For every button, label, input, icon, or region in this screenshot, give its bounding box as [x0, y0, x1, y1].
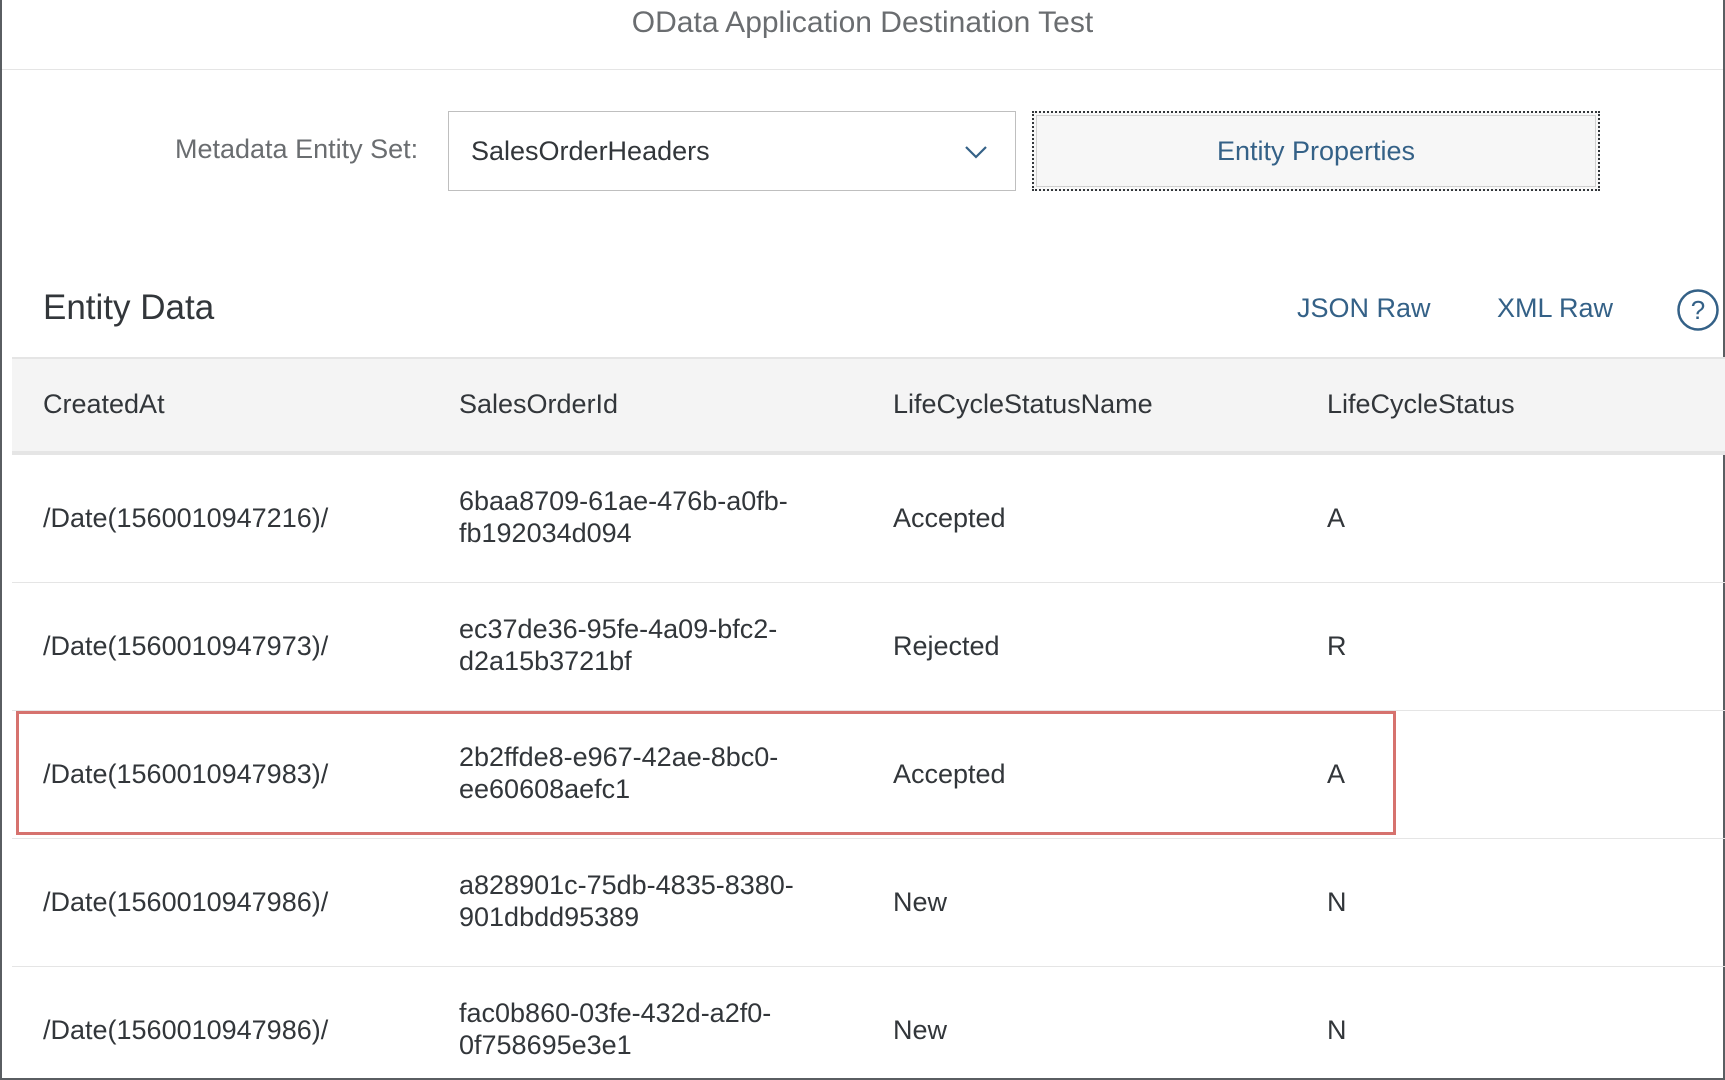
table-row[interactable]: /Date(1560010947986)/ fac0b860-03fe-432d… [12, 967, 1725, 1080]
svg-text:?: ? [1691, 295, 1705, 325]
status-cell: A [1327, 503, 1346, 533]
entity-data-table: CreatedAt SalesOrderId LifeCycleStatusNa… [12, 357, 1725, 1080]
status-name-cell: Rejected [893, 631, 1000, 661]
entity-set-select-value: SalesOrderHeaders [471, 135, 710, 166]
status-name-cell: Accepted [893, 503, 1006, 533]
page-title: OData Application Destination Test [631, 6, 1094, 39]
column-header-lifecyclestatus[interactable]: LifeCycleStatus [1327, 389, 1515, 420]
sales-order-id-cell: 2b2ffde8-e967-42ae-8bc0- ee60608aefc1 [459, 742, 779, 804]
app-frame: OData Application Destination Test Metad… [0, 0, 1725, 1080]
sales-order-id-cell: ec37de36-95fe-4a09-bfc2- d2a15b3721bf [459, 614, 778, 676]
status-name-cell: New [893, 887, 948, 917]
status-cell: N [1327, 1015, 1347, 1045]
status-cell: R [1327, 631, 1347, 661]
entity-properties-button[interactable]: Entity Properties [1032, 111, 1600, 191]
column-header-salesorderid[interactable]: SalesOrderId [459, 389, 618, 420]
table-row[interactable]: /Date(1560010947983)/ 2b2ffde8-e967-42ae… [12, 711, 1725, 839]
entity-set-select[interactable]: SalesOrderHeaders [448, 111, 1016, 191]
metadata-entity-set-label: Metadata Entity Set: [175, 134, 419, 164]
entity-properties-button-label: Entity Properties [1216, 135, 1416, 166]
table-header: CreatedAt SalesOrderId LifeCycleStatusNa… [12, 357, 1725, 455]
status-cell: A [1327, 759, 1346, 789]
table-row[interactable]: /Date(1560010947973)/ ec37de36-95fe-4a09… [12, 583, 1725, 711]
created-at-cell: /Date(1560010947216)/ [43, 503, 329, 533]
column-header-createdat[interactable]: CreatedAt [43, 389, 165, 420]
json-raw-link[interactable]: JSON Raw [1297, 293, 1431, 324]
sales-order-id-cell: fac0b860-03fe-432d-a2f0- 0f758695e3e1 [459, 998, 772, 1060]
column-header-lifecyclestatusname[interactable]: LifeCycleStatusName [893, 389, 1153, 420]
entity-data-title: Entity Data [43, 288, 215, 327]
title-bar: OData Application Destination Test [2, 0, 1723, 70]
help-circle-icon[interactable]: ? [1676, 288, 1720, 332]
created-at-cell: /Date(1560010947986)/ [43, 887, 329, 917]
status-name-cell: New [893, 1015, 948, 1045]
table-row[interactable]: /Date(1560010947216)/ 6baa8709-61ae-476b… [12, 455, 1725, 583]
sales-order-id-cell: 6baa8709-61ae-476b-a0fb-fb192034d094 [459, 486, 788, 548]
status-cell: N [1327, 887, 1347, 917]
sales-order-id-cell: a828901c-75db-4835-8380- 901dbdd95389 [459, 870, 794, 932]
created-at-cell: /Date(1560010947983)/ [43, 759, 329, 789]
xml-raw-link[interactable]: XML Raw [1497, 293, 1613, 324]
table-row[interactable]: /Date(1560010947986)/ a828901c-75db-4835… [12, 839, 1725, 967]
chevron-down-icon [965, 146, 987, 159]
created-at-cell: /Date(1560010947986)/ [43, 1015, 329, 1045]
status-name-cell: Accepted [893, 759, 1006, 789]
created-at-cell: /Date(1560010947973)/ [43, 631, 329, 661]
